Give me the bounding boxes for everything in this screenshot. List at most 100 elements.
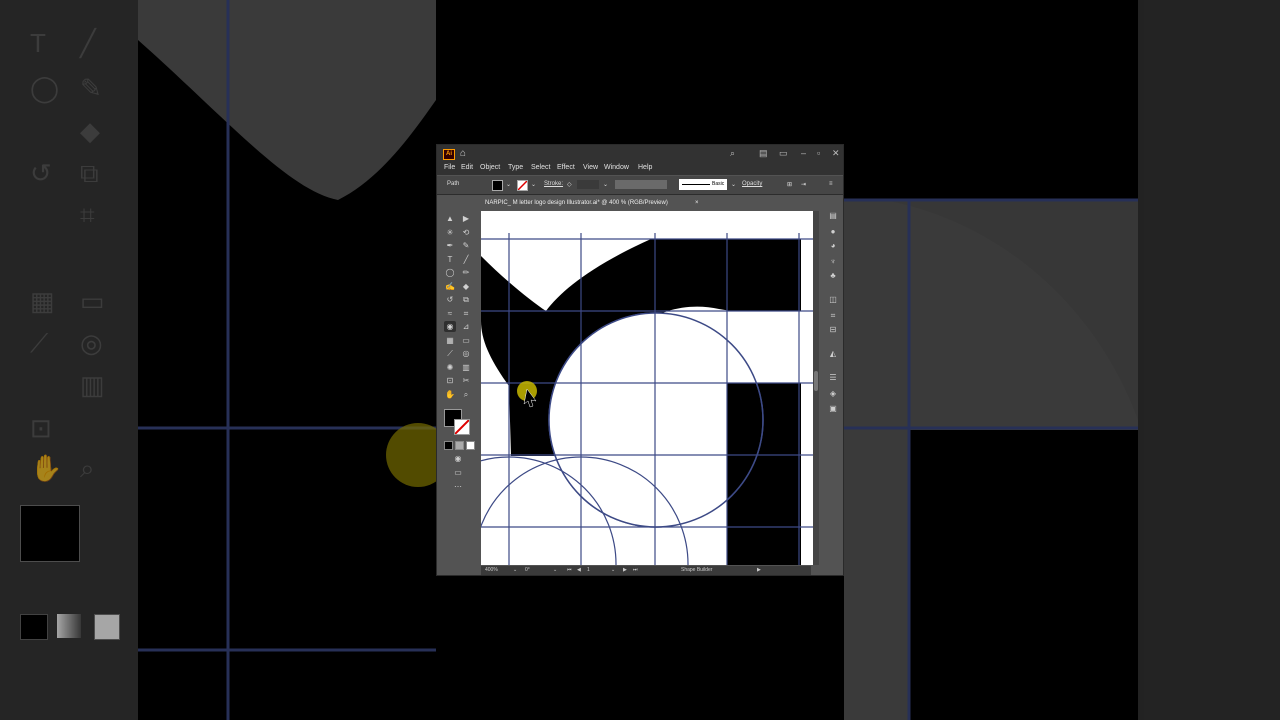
- layers-icon[interactable]: ◈: [827, 389, 839, 399]
- menu-effect[interactable]: Effect: [557, 164, 575, 171]
- variable-width-profile[interactable]: [615, 180, 667, 189]
- stroke-weight-input[interactable]: [577, 180, 599, 189]
- minimize-icon[interactable]: –: [801, 148, 806, 158]
- background-toolbar: T ╱ ◯ ✎ ◆ ↺ ⧉ ⌗ ▦ ▭ ⟋ ◎ ▥ ⊡ ✋ ⌕: [0, 0, 138, 720]
- fill-swatch[interactable]: [492, 180, 503, 191]
- pen-tool-icon[interactable]: ✒: [444, 240, 456, 251]
- align-panel-icon[interactable]: ⊟: [827, 325, 839, 335]
- brush-dropdown-icon[interactable]: ⌄: [731, 181, 736, 188]
- none-mode-icon[interactable]: [466, 441, 475, 450]
- lasso-tool-icon[interactable]: ⟲: [460, 227, 472, 238]
- vertical-scrollbar[interactable]: [813, 211, 819, 565]
- curvature-tool-icon[interactable]: ✎: [460, 240, 472, 251]
- warp-tool-icon[interactable]: ≈: [444, 308, 456, 319]
- draw-mode-icon[interactable]: ◉: [452, 453, 464, 464]
- scale-icon: ⧉: [80, 158, 99, 188]
- eyedropper-tool-icon[interactable]: ⟋: [444, 348, 456, 359]
- menu-edit[interactable]: Edit: [461, 164, 473, 171]
- search-icon[interactable]: ⌕: [730, 148, 735, 159]
- artboard-tool-icon[interactable]: ⊡: [444, 375, 456, 386]
- artboard-dropdown-icon[interactable]: ⌄: [611, 567, 615, 573]
- opacity-label[interactable]: Opacity: [742, 181, 762, 187]
- menu-type[interactable]: Type: [508, 164, 523, 171]
- color-icon[interactable]: ●: [827, 227, 839, 237]
- previous-artboard-icon[interactable]: ◀: [577, 567, 581, 573]
- document-tab-close-icon[interactable]: ×: [695, 200, 699, 206]
- appearance-icon[interactable]: ☰: [827, 373, 839, 383]
- menu-file[interactable]: File: [444, 164, 455, 171]
- artboards-panel-icon[interactable]: ▣: [827, 404, 839, 414]
- brushes-icon[interactable]: ♆: [827, 257, 839, 267]
- direct-selection-tool-icon[interactable]: ▶: [460, 213, 472, 224]
- blend-tool-icon[interactable]: ◎: [460, 348, 472, 359]
- color-mode-icon[interactable]: [444, 441, 453, 450]
- toolbar-stroke-swatch[interactable]: [454, 419, 470, 435]
- scroll-thumb[interactable]: [814, 371, 818, 391]
- hand-tool-icon[interactable]: ✋: [444, 389, 456, 400]
- close-icon[interactable]: ✕: [832, 148, 840, 159]
- symbol-sprayer-tool-icon[interactable]: ✺: [444, 362, 456, 373]
- zoom-tool-icon[interactable]: ⌕: [460, 389, 472, 400]
- gradient-tool-icon[interactable]: ▭: [460, 335, 472, 346]
- stroke-label[interactable]: Stroke:: [544, 181, 563, 187]
- brush-definition[interactable]: Basic: [679, 179, 727, 190]
- rotation-dropdown-icon[interactable]: ⌄: [553, 567, 557, 573]
- type-tool-icon[interactable]: T: [444, 254, 456, 265]
- current-tool-label: Shape Builder: [681, 567, 713, 573]
- column-graph-tool-icon[interactable]: ▥: [460, 362, 472, 373]
- stroke-swatch[interactable]: [517, 180, 528, 191]
- stroke-dropdown-arrow-icon[interactable]: ⌄: [531, 181, 536, 188]
- background-panel-strip: ◐: [1138, 0, 1280, 720]
- perspective-tool-icon[interactable]: ⊿: [460, 321, 472, 332]
- artboard-number[interactable]: 1: [587, 567, 590, 573]
- stroke-weight-stepper[interactable]: ◇: [567, 181, 572, 188]
- menu-object[interactable]: Object: [480, 164, 500, 171]
- eraser-tool-icon[interactable]: ◆: [460, 281, 472, 292]
- paintbrush-tool-icon[interactable]: ✏: [460, 267, 472, 278]
- edit-toolbar-icon[interactable]: ⋯: [452, 481, 464, 492]
- magic-wand-tool-icon[interactable]: ✳: [444, 227, 456, 238]
- pathfinder-icon[interactable]: ◫: [827, 295, 839, 305]
- artboard-canvas[interactable]: [481, 211, 813, 565]
- menu-bar: File Edit Object Type Select Effect View…: [437, 162, 843, 175]
- workspace-switcher-icon[interactable]: ▭: [779, 148, 788, 159]
- rotate-tool-icon[interactable]: ↺: [444, 294, 456, 305]
- menu-select[interactable]: Select: [531, 164, 550, 171]
- document-tab[interactable]: NARPIC_ M letter logo design Illustrator…: [481, 197, 703, 210]
- align-icon[interactable]: ⊞: [787, 181, 792, 188]
- arrange-documents-icon[interactable]: ▤: [759, 148, 768, 159]
- transform-icon[interactable]: ⇥: [801, 181, 806, 188]
- gradient-panel-icon[interactable]: ◭: [827, 349, 839, 359]
- restore-icon[interactable]: ▫: [817, 148, 820, 158]
- control-bar-menu-icon[interactable]: ≡: [829, 181, 833, 187]
- slice-tool-icon[interactable]: ✂: [460, 375, 472, 386]
- scale-tool-icon[interactable]: ⧉: [460, 294, 472, 305]
- ellipse-tool-icon[interactable]: ◯: [444, 267, 456, 278]
- zoom-dropdown-icon[interactable]: ⌄: [513, 567, 517, 573]
- color-guide-icon[interactable]: ◕: [827, 241, 839, 251]
- last-artboard-icon[interactable]: ⏭: [633, 567, 638, 573]
- menu-view[interactable]: View: [583, 164, 598, 171]
- selection-tool-icon[interactable]: ▲: [444, 213, 456, 224]
- gradient-mode-icon[interactable]: [455, 441, 464, 450]
- mesh-tool-icon[interactable]: ▦: [444, 335, 456, 346]
- rotation-value[interactable]: 0°: [525, 567, 530, 573]
- symbols-icon[interactable]: ♣: [827, 271, 839, 281]
- status-menu-icon[interactable]: ▶: [757, 567, 761, 573]
- menu-help[interactable]: Help: [638, 164, 652, 171]
- zoom-level[interactable]: 400%: [485, 567, 498, 573]
- properties-icon[interactable]: ▤: [827, 211, 839, 221]
- shaper-tool-icon[interactable]: ✍: [444, 281, 456, 292]
- first-artboard-icon[interactable]: ⏮: [567, 567, 572, 573]
- fill-dropdown-arrow-icon[interactable]: ⌄: [506, 181, 511, 188]
- home-icon[interactable]: ⌂: [460, 148, 466, 159]
- screen-mode-icon[interactable]: ▭: [452, 467, 464, 478]
- line-tool-icon[interactable]: ╱: [460, 254, 472, 265]
- control-bar: Path ⌄ ⌄ Stroke: ◇ ⌄ Basic ⌄ Opacity ⊞ ⇥…: [437, 176, 843, 195]
- free-transform-tool-icon[interactable]: ⌗: [460, 308, 472, 319]
- shape-builder-tool-icon[interactable]: ◉: [444, 321, 456, 332]
- next-artboard-icon[interactable]: ▶: [623, 567, 627, 573]
- stroke-weight-dropdown-icon[interactable]: ⌄: [603, 181, 608, 188]
- transform-panel-icon[interactable]: ⌗: [827, 311, 839, 321]
- menu-window[interactable]: Window: [604, 164, 629, 171]
